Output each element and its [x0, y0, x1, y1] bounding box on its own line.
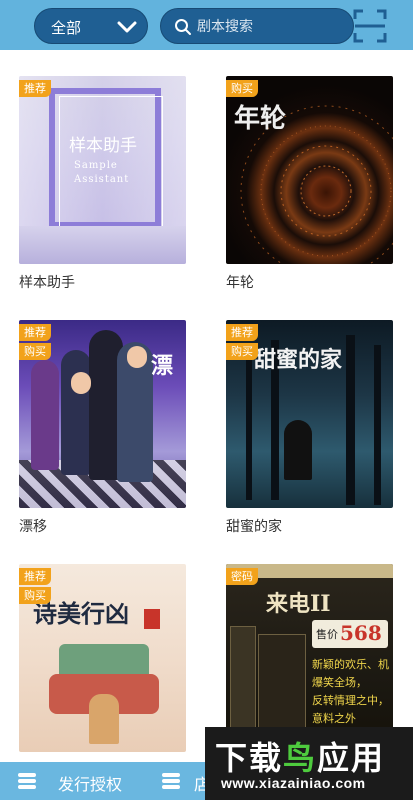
tab-distribution-license[interactable]: 发行授权: [0, 762, 160, 800]
search-field[interactable]: [160, 8, 354, 44]
watermark-logo-text: 下载鸟应用: [215, 739, 386, 777]
tab-store[interactable]: 店: [160, 762, 210, 800]
buy-badge: 购买: [19, 343, 51, 360]
password-badge: 密码: [226, 568, 258, 585]
cover-title: 甜蜜的家: [254, 347, 343, 373]
script-title: 年轮: [226, 275, 254, 291]
script-card[interactable]: 年轮 购买 年轮: [226, 76, 393, 291]
script-cover[interactable]: 样本助手 Sample Assistant 推荐: [19, 76, 186, 264]
tab-label: 发行授权: [58, 775, 123, 794]
script-title: 样本助手: [19, 275, 75, 291]
cover-line: 新颖的欢乐、机: [312, 658, 389, 671]
watermark-url: www.xiazainiao.com: [221, 775, 366, 791]
script-card[interactable]: 甜蜜的家 推荐 购买 甜蜜的家: [226, 320, 393, 535]
cover-line: 反转情理之中，: [312, 694, 389, 707]
cover-title: 年轮: [234, 104, 287, 134]
chevron-down-icon: [117, 21, 137, 33]
cover-line: 爆笑全场，: [312, 676, 367, 689]
script-cover[interactable]: 诗美行凶 推荐 购买: [19, 564, 186, 752]
search-input[interactable]: [195, 15, 349, 39]
cover-title: 样本助手: [69, 136, 137, 156]
category-label: 全部: [51, 19, 82, 37]
watermark: 下载鸟应用 www.xiazainiao.com: [205, 727, 413, 800]
script-cover[interactable]: 来电II 售价 568 新颖的欢乐、机 爆笑全场， 反转情理之中， 意料之外 密…: [226, 564, 393, 752]
script-card[interactable]: 漂 推荐 购买 漂移: [19, 320, 186, 535]
scan-icon[interactable]: [352, 8, 388, 44]
search-icon: [175, 19, 191, 35]
cover-title: 漂: [151, 353, 174, 379]
script-cover[interactable]: 甜蜜的家 推荐 购买: [226, 320, 393, 508]
top-bar: 全部: [0, 0, 413, 50]
script-title: 漂移: [19, 519, 47, 535]
script-card[interactable]: 诗美行凶 推荐 购买: [19, 564, 186, 752]
cover-title: 来电II: [266, 591, 331, 617]
cover-price: 568: [340, 621, 382, 645]
script-title: 甜蜜的家: [226, 519, 282, 535]
cover-subtitle: Assistant: [74, 174, 130, 185]
script-cover[interactable]: 漂 推荐 购买: [19, 320, 186, 508]
menu-icon: [162, 773, 180, 789]
script-cover[interactable]: 年轮 购买: [226, 76, 393, 264]
buy-badge: 购买: [19, 587, 51, 604]
recommend-badge: 推荐: [226, 324, 258, 341]
recommend-badge: 推荐: [19, 324, 51, 341]
category-dropdown[interactable]: 全部: [34, 8, 148, 44]
script-card[interactable]: 样本助手 Sample Assistant 推荐 样本助手: [19, 76, 186, 291]
cover-subtitle: Sample: [74, 160, 118, 171]
buy-badge: 购买: [226, 343, 258, 360]
document-icon: [18, 773, 36, 789]
buy-badge: 购买: [226, 80, 258, 97]
script-card[interactable]: 来电II 售价 568 新颖的欢乐、机 爆笑全场， 反转情理之中， 意料之外 密…: [226, 564, 393, 752]
recommend-badge: 推荐: [19, 80, 51, 97]
cover-line: 意料之外: [312, 712, 356, 725]
cover-price-label: 售价: [316, 628, 338, 641]
recommend-badge: 推荐: [19, 568, 51, 585]
